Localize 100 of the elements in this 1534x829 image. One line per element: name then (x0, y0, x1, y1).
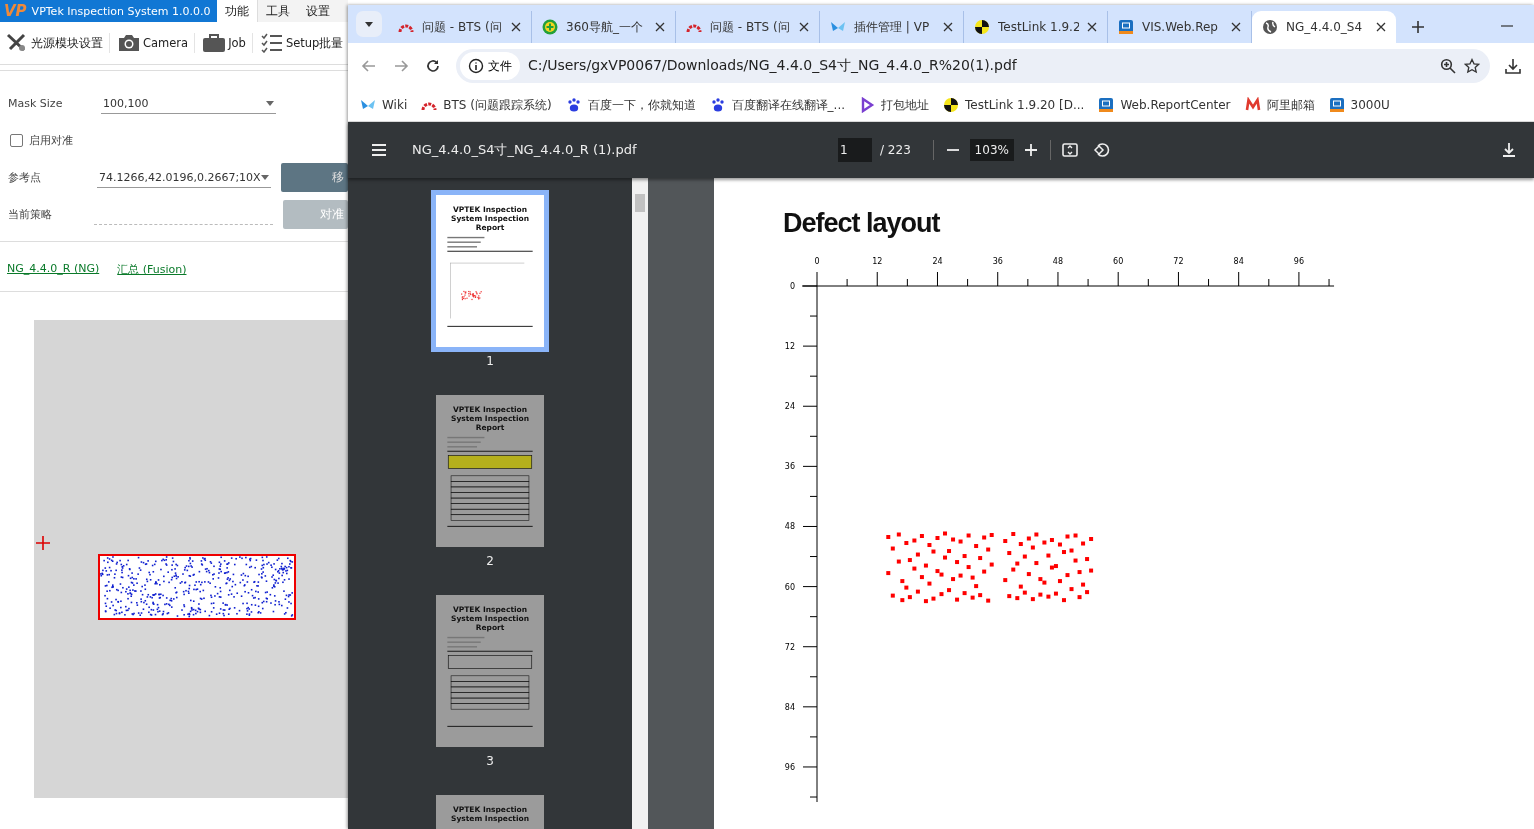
page-number-field[interactable]: 1 (838, 138, 872, 162)
defect-point (986, 547, 991, 552)
menu-icon[interactable] (370, 141, 388, 159)
move-button[interactable]: 移 (280, 163, 348, 192)
bookmark-item[interactable]: TestLink 1.9.20 [D... (943, 97, 1085, 113)
reload-icon[interactable] (424, 57, 442, 75)
defect-point (890, 593, 895, 598)
paw-icon (709, 97, 726, 113)
close-icon[interactable] (1376, 22, 1386, 32)
window-title: VPTek Inspection System 1.0.0.0 (31, 4, 211, 18)
defect-point (1073, 533, 1078, 538)
zoom-in-icon[interactable] (1440, 58, 1456, 74)
browser-tab[interactable]: 问题 - BTS (问 (676, 11, 820, 43)
zoom-level[interactable]: 103% (969, 139, 1014, 161)
defect-point (1085, 557, 1090, 562)
tick-label: 36 (784, 462, 795, 472)
bookmark-item[interactable]: Wiki (360, 97, 408, 113)
tick-label: 12 (784, 342, 795, 352)
monitor-icon (1118, 19, 1134, 35)
site-info-button[interactable]: 文件 (460, 52, 520, 80)
defect-point (974, 584, 979, 589)
scrollbar[interactable] (632, 178, 648, 829)
defect-point (915, 589, 920, 594)
defect-point (1003, 539, 1008, 543)
download-icon[interactable] (1504, 57, 1522, 75)
browser-tab[interactable]: NG_4.4.0_S4 (1252, 11, 1396, 43)
report-link[interactable]: 汇总 (Fusion) (117, 262, 187, 277)
tick-label: 24 (784, 402, 795, 412)
tick-label: 72 (1173, 257, 1184, 266)
browser-tab[interactable]: 插件管理 | VP (820, 11, 964, 43)
defect-point (989, 533, 994, 537)
defect-point (1077, 570, 1082, 575)
browser-tab[interactable]: TestLink 1.9.2 (964, 11, 1108, 43)
bookmark-item[interactable]: Web.ReportCenter (1098, 97, 1231, 113)
wrench-icon (6, 33, 28, 53)
tick-label: 96 (784, 762, 795, 772)
bookmark-item[interactable]: 打包地址 (859, 96, 930, 114)
defect-point (1081, 541, 1086, 546)
enable-align-checkbox[interactable]: 启用对准 (8, 133, 75, 148)
toolbar-button[interactable]: Job (197, 33, 253, 53)
defect-point (1038, 592, 1043, 597)
field-label: 参考点 (8, 170, 42, 185)
defect-point (1007, 594, 1012, 599)
defect-point (1089, 537, 1094, 541)
defect-point (896, 559, 901, 564)
browser-tab[interactable]: 问题 - BTS (问 (388, 11, 532, 43)
star-icon[interactable] (1464, 58, 1480, 74)
defect-point (1089, 568, 1094, 573)
defect-point (1077, 595, 1082, 600)
close-icon[interactable] (799, 22, 809, 32)
defect-point (962, 591, 967, 596)
menu-tab[interactable]: 设置 (297, 0, 338, 22)
defect-point (1030, 597, 1035, 602)
defect-point (912, 566, 917, 571)
zigzag-icon (1244, 97, 1261, 113)
defect-point (943, 531, 947, 536)
download-icon[interactable] (1500, 141, 1518, 159)
defect-point (1057, 542, 1062, 547)
defect-point (966, 565, 971, 570)
reference-point-dropdown[interactable]: 74.1266,42.0196,0.2667;10X (96, 167, 271, 188)
tick-label: 0 (789, 282, 795, 291)
tab-search-button[interactable] (356, 11, 382, 37)
defect-point (1011, 532, 1016, 536)
menu-tab[interactable]: 功能 (216, 0, 258, 22)
mask-size-dropdown[interactable]: 100,100 (101, 93, 276, 114)
close-icon[interactable] (943, 22, 953, 32)
crosshair-icon (35, 535, 51, 551)
menu-tab[interactable]: 工具 (257, 0, 298, 22)
browser-tab[interactable]: VIS.Web.Rep (1108, 11, 1252, 43)
browser-tab[interactable]: 360导航_一个 (532, 11, 676, 43)
page-label: 3 (486, 754, 494, 768)
close-icon[interactable] (1231, 22, 1241, 32)
fit-page-icon[interactable] (1060, 141, 1079, 159)
monitor-icon (1098, 97, 1115, 113)
close-icon[interactable] (511, 22, 521, 32)
defect-point (931, 549, 936, 554)
rotate-icon[interactable] (1092, 141, 1111, 159)
defect-point (1085, 590, 1090, 595)
bookmark-item[interactable]: 百度一下，你就知道 (565, 96, 696, 114)
defect-point (1030, 545, 1035, 550)
defect-point (1065, 573, 1070, 578)
defect-point (1046, 553, 1051, 558)
tick-label: 96 (1293, 257, 1304, 266)
defect-point (923, 563, 928, 568)
toolbar-button[interactable]: Camera (112, 33, 196, 53)
bookmark-item[interactable]: 3000U (1328, 97, 1390, 113)
tick-label: 12 (872, 257, 883, 266)
report-link[interactable]: NG_4.4.0_R (NG) (7, 262, 100, 277)
address-bar[interactable]: 文件 C:/Users/gxVP0067/Downloads/NG_4.4.0_S4寸_NG_4.4.0_R%20(1).pdf (456, 49, 1490, 83)
bookmark-item[interactable]: 阿里邮箱 (1244, 96, 1315, 114)
document-title: NG_4.4.0_S4寸_NG_4.4.0_R (1).pdf (412, 141, 638, 159)
plus-circle-icon (542, 19, 558, 35)
close-icon[interactable] (1087, 22, 1097, 32)
toolbar-button[interactable]: 光源模块设置 (0, 33, 110, 53)
defect-point (907, 558, 912, 563)
close-icon[interactable] (655, 22, 665, 32)
defect-point (958, 539, 963, 544)
tick-label: 84 (1233, 257, 1244, 266)
bookmark-item[interactable]: BTS (问题跟踪系统) (421, 96, 552, 114)
bookmark-item[interactable]: 百度翻译在线翻译_... (709, 96, 846, 114)
